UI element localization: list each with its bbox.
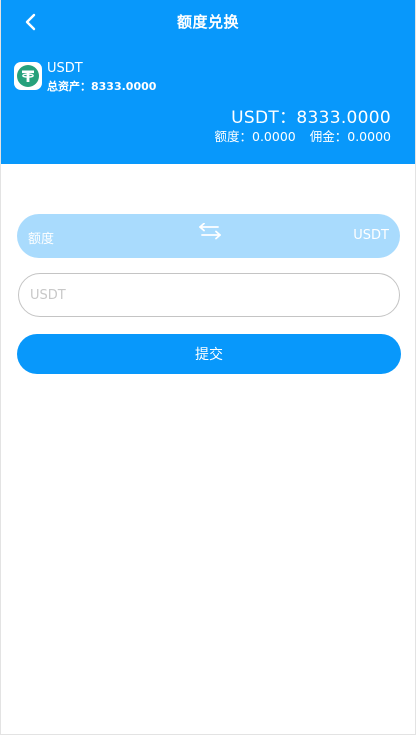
commission-balance: 佣金：0.0000 bbox=[309, 129, 391, 144]
total-assets: 总资产：8333.0000 bbox=[47, 80, 157, 93]
swap-arrows-icon[interactable] bbox=[198, 222, 222, 245]
header: 额度兑换 USDT 总资产：8333.0000 USDT：8333.0000 额… bbox=[1, 0, 415, 164]
exchange-to-label: USDT bbox=[353, 228, 389, 243]
page: 额度兑换 USDT 总资产：8333.0000 USDT：8333.0000 额… bbox=[0, 0, 416, 735]
main-balance: USDT：8333.0000 bbox=[231, 108, 391, 128]
exchange-from-label: 额度 bbox=[28, 232, 55, 247]
quota-balance: 额度：0.0000 bbox=[214, 129, 296, 144]
amount-input[interactable] bbox=[18, 273, 400, 317]
page-title: 额度兑换 bbox=[176, 13, 239, 31]
sub-balances: 额度：0.0000 佣金：0.0000 bbox=[215, 126, 392, 145]
tether-icon bbox=[17, 65, 39, 87]
coin-name: USDT bbox=[47, 61, 83, 76]
coin-logo bbox=[14, 62, 42, 90]
exchange-direction-bar[interactable]: 额度 USDT bbox=[17, 214, 400, 258]
submit-button[interactable]: 提交 bbox=[17, 334, 401, 374]
